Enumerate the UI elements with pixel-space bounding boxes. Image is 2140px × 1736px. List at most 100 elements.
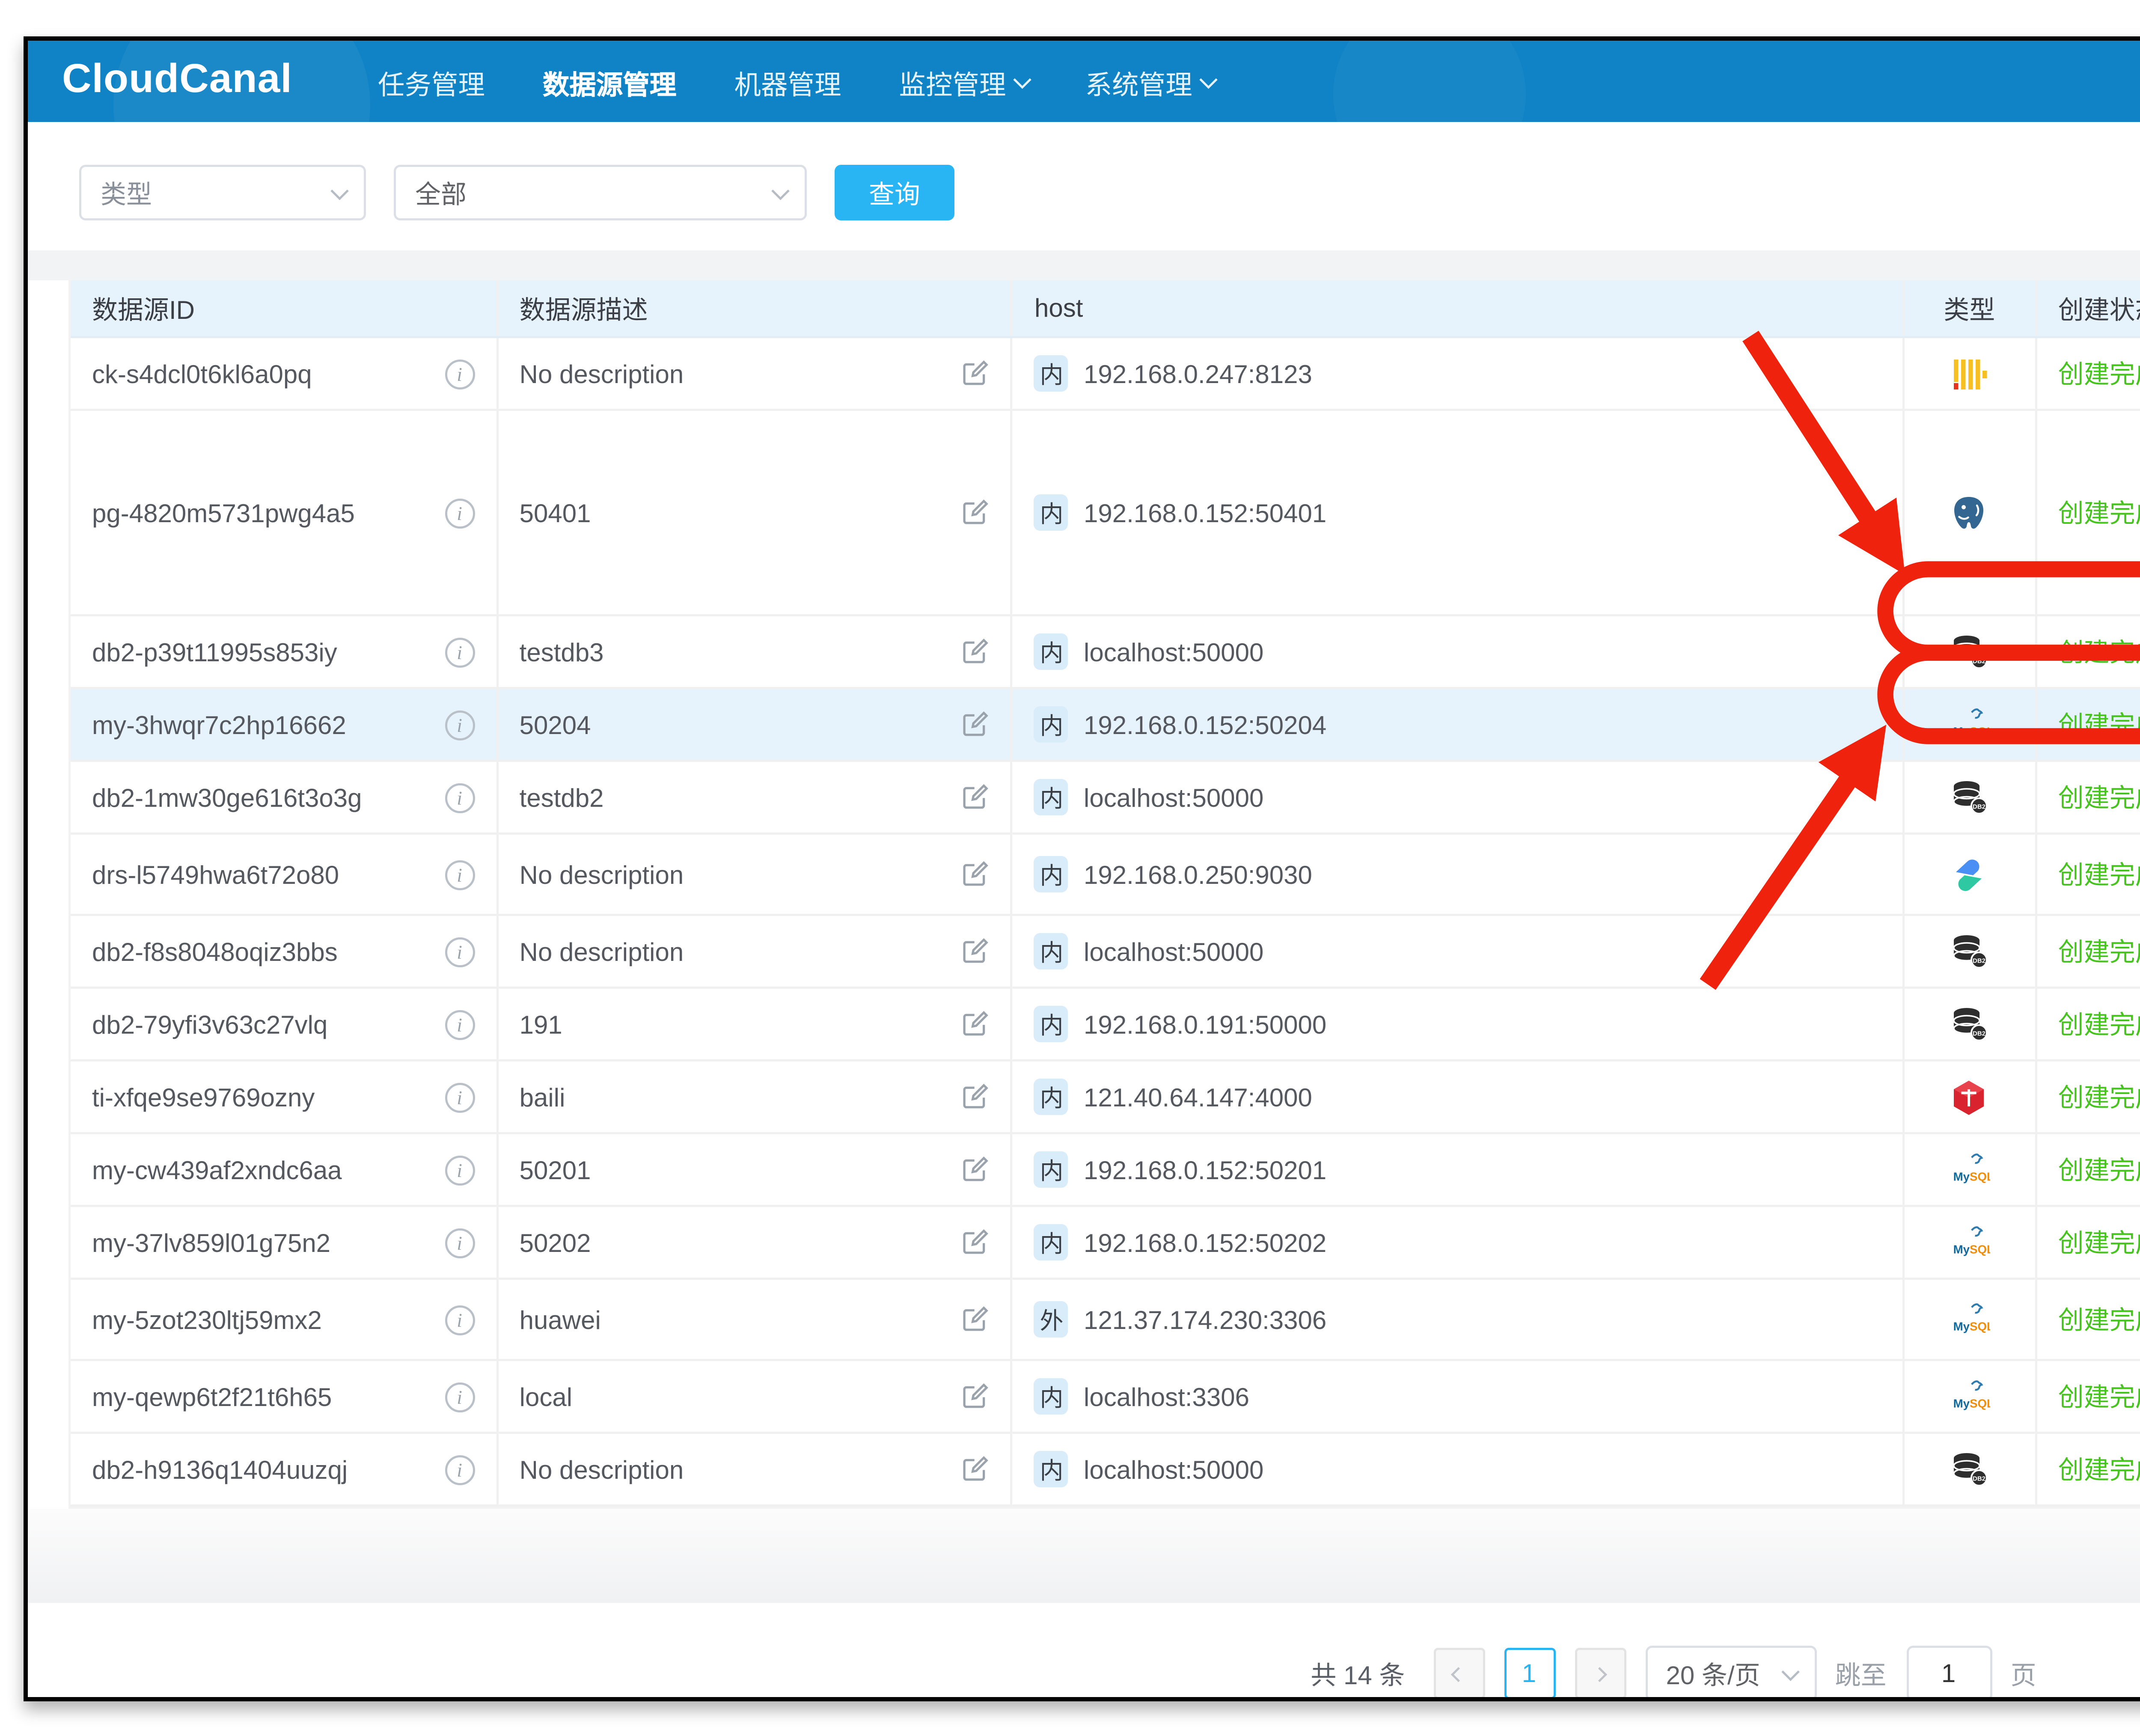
current-page-button[interactable]: 1 xyxy=(1504,1648,1555,1699)
edit-icon[interactable] xyxy=(962,360,990,387)
db2-icon: DB2 xyxy=(1949,1004,1990,1044)
info-icon[interactable]: i xyxy=(445,710,475,740)
status-cell: 创建完成 xyxy=(2037,1207,2140,1278)
menu-item-3[interactable]: 监控管理 xyxy=(899,61,1028,102)
app-window: CloudCanal 任务管理数据源管理机器管理监控管理系统管理 SVIP v2… xyxy=(24,36,2140,1701)
info-icon[interactable]: i xyxy=(445,1454,475,1484)
network-tag: 外 xyxy=(1034,1301,1069,1338)
table-row-8: db2-79yfi3v63c27vlqi191内192.168.0.191:50… xyxy=(71,989,2140,1061)
edit-icon[interactable] xyxy=(962,710,990,738)
description-cell: 50201 xyxy=(498,1134,1013,1205)
page-size-select[interactable]: 20 条/页 xyxy=(1645,1646,1816,1701)
scope-filter-select[interactable]: 全部 xyxy=(394,165,807,220)
edit-icon[interactable] xyxy=(962,860,990,888)
chevron-down-icon xyxy=(1014,71,1031,89)
menu-item-4[interactable]: 系统管理 xyxy=(1085,61,1214,102)
next-page-button[interactable] xyxy=(1574,1648,1626,1699)
status-cell: 创建完成 xyxy=(2037,1061,2140,1132)
info-icon[interactable]: i xyxy=(445,936,475,966)
type-cell xyxy=(1904,1061,2037,1132)
edit-icon[interactable] xyxy=(962,1083,990,1111)
edit-icon[interactable] xyxy=(962,783,990,811)
info-icon[interactable]: i xyxy=(445,1009,475,1039)
host-cell: 内localhost:50000 xyxy=(1013,916,1904,987)
edit-icon[interactable] xyxy=(962,1382,990,1410)
prev-page-button[interactable] xyxy=(1433,1648,1484,1699)
datasource-id-cell: db2-h9136q1404uuzqji xyxy=(71,1434,498,1504)
host-cell: 外121.37.174.230:3306 xyxy=(1013,1280,1904,1359)
edit-icon[interactable] xyxy=(962,1156,990,1183)
svg-text:DB2: DB2 xyxy=(1972,957,1985,965)
type-cell: DB2 xyxy=(1904,762,2037,832)
datasource-id-cell: db2-1mw30ge616t3o3gi xyxy=(71,762,498,832)
info-icon[interactable]: i xyxy=(445,782,475,812)
svg-text:MySQL: MySQL xyxy=(1953,1170,1989,1183)
db2-icon: DB2 xyxy=(1949,931,1990,972)
datasource-id-cell: drs-l5749hwa6t72o80i xyxy=(71,835,498,914)
host-cell: 内192.168.0.247:8123 xyxy=(1013,338,1904,409)
table-row-5: db2-1mw30ge616t3o3gitestdb2内localhost:50… xyxy=(71,762,2140,835)
menu-item-2[interactable]: 机器管理 xyxy=(734,61,841,102)
info-icon[interactable]: i xyxy=(445,1082,475,1112)
description-cell: huawei xyxy=(498,1280,1013,1359)
menu-item-0[interactable]: 任务管理 xyxy=(378,61,485,102)
type-filter-select[interactable]: 类型 xyxy=(79,165,366,220)
edit-icon[interactable] xyxy=(962,1305,990,1333)
network-tag: 内 xyxy=(1034,1006,1069,1042)
mysql-icon: MySQL xyxy=(1949,1222,1990,1263)
status-cell: 创建完成 xyxy=(2037,338,2140,409)
info-icon[interactable]: i xyxy=(445,1382,475,1412)
edit-icon[interactable] xyxy=(962,937,990,965)
network-tag: 内 xyxy=(1034,1378,1069,1415)
host-cell: 内localhost:3306 xyxy=(1013,1361,1904,1432)
description-cell: 50204 xyxy=(498,689,1013,760)
network-tag: 内 xyxy=(1034,856,1069,892)
doris-icon xyxy=(1949,854,1990,895)
edit-icon[interactable] xyxy=(962,499,990,526)
info-icon[interactable]: i xyxy=(445,637,475,667)
clickhouse-icon xyxy=(1949,353,1990,394)
datasource-id-cell: ti-xfqe9se9769oznyi xyxy=(71,1061,498,1132)
svg-text:MySQL: MySQL xyxy=(1953,1320,1989,1333)
status-cell: 创建完成 xyxy=(2037,989,2140,1059)
host-cell: 内192.168.0.152:50204 xyxy=(1013,689,1904,760)
type-cell: DB2 xyxy=(1904,616,2037,687)
info-icon[interactable]: i xyxy=(445,359,475,389)
top-navbar: CloudCanal 任务管理数据源管理机器管理监控管理系统管理 SVIP v2… xyxy=(28,41,2140,122)
network-tag: 内 xyxy=(1034,633,1069,670)
info-icon[interactable]: i xyxy=(445,859,475,889)
type-cell: MySQL xyxy=(1904,1207,2037,1278)
type-cell: DB2 xyxy=(1904,1434,2037,1504)
network-tag: 内 xyxy=(1034,779,1069,815)
page-jump-input[interactable] xyxy=(1906,1646,1991,1701)
filter-bar: 类型 全部 查询 + 新增数据源 刷新 xyxy=(28,122,2140,250)
status-cell: 创建完成 xyxy=(2037,616,2140,687)
column-header-1: 数据源描述 xyxy=(498,280,1013,336)
info-icon[interactable]: i xyxy=(445,1305,475,1335)
edit-icon[interactable] xyxy=(962,1010,990,1038)
info-icon[interactable]: i xyxy=(445,1228,475,1257)
type-cell xyxy=(1904,338,2037,409)
edit-icon[interactable] xyxy=(962,1228,990,1256)
total-count-label: 共 14 条 xyxy=(1311,1656,1405,1692)
info-icon[interactable]: i xyxy=(445,1155,475,1185)
info-icon[interactable]: i xyxy=(445,498,475,528)
host-cell: 内192.168.0.152:50202 xyxy=(1013,1207,1904,1278)
menu-item-1[interactable]: 数据源管理 xyxy=(543,61,677,102)
column-header-2: host xyxy=(1013,280,1904,336)
datasource-id-cell: ck-s4dcl0t6kl6a0pqi xyxy=(71,338,498,409)
svg-text:MySQL: MySQL xyxy=(1953,1397,1989,1410)
description-cell: 50401 xyxy=(498,411,1013,614)
pagination-bar: 共 14 条 1 20 条/页 跳至 页 xyxy=(28,1603,2140,1701)
edit-icon[interactable] xyxy=(962,1455,990,1483)
chevron-right-icon xyxy=(1592,1666,1607,1681)
mysql-icon: MySQL xyxy=(1949,704,1990,745)
description-cell: testdb3 xyxy=(498,616,1013,687)
description-cell: No description xyxy=(498,1434,1013,1504)
datasource-id-cell: my-37lv859l01g75n2i xyxy=(71,1207,498,1278)
edit-icon[interactable] xyxy=(962,638,990,666)
query-button[interactable]: 查询 xyxy=(835,165,954,220)
datasource-table: 数据源ID数据源描述host类型创建状态部署类型 ?版本号区域操作 ck-s4d… xyxy=(68,280,2140,1509)
postgresql-icon xyxy=(1949,492,1990,533)
network-tag: 内 xyxy=(1034,1224,1069,1260)
